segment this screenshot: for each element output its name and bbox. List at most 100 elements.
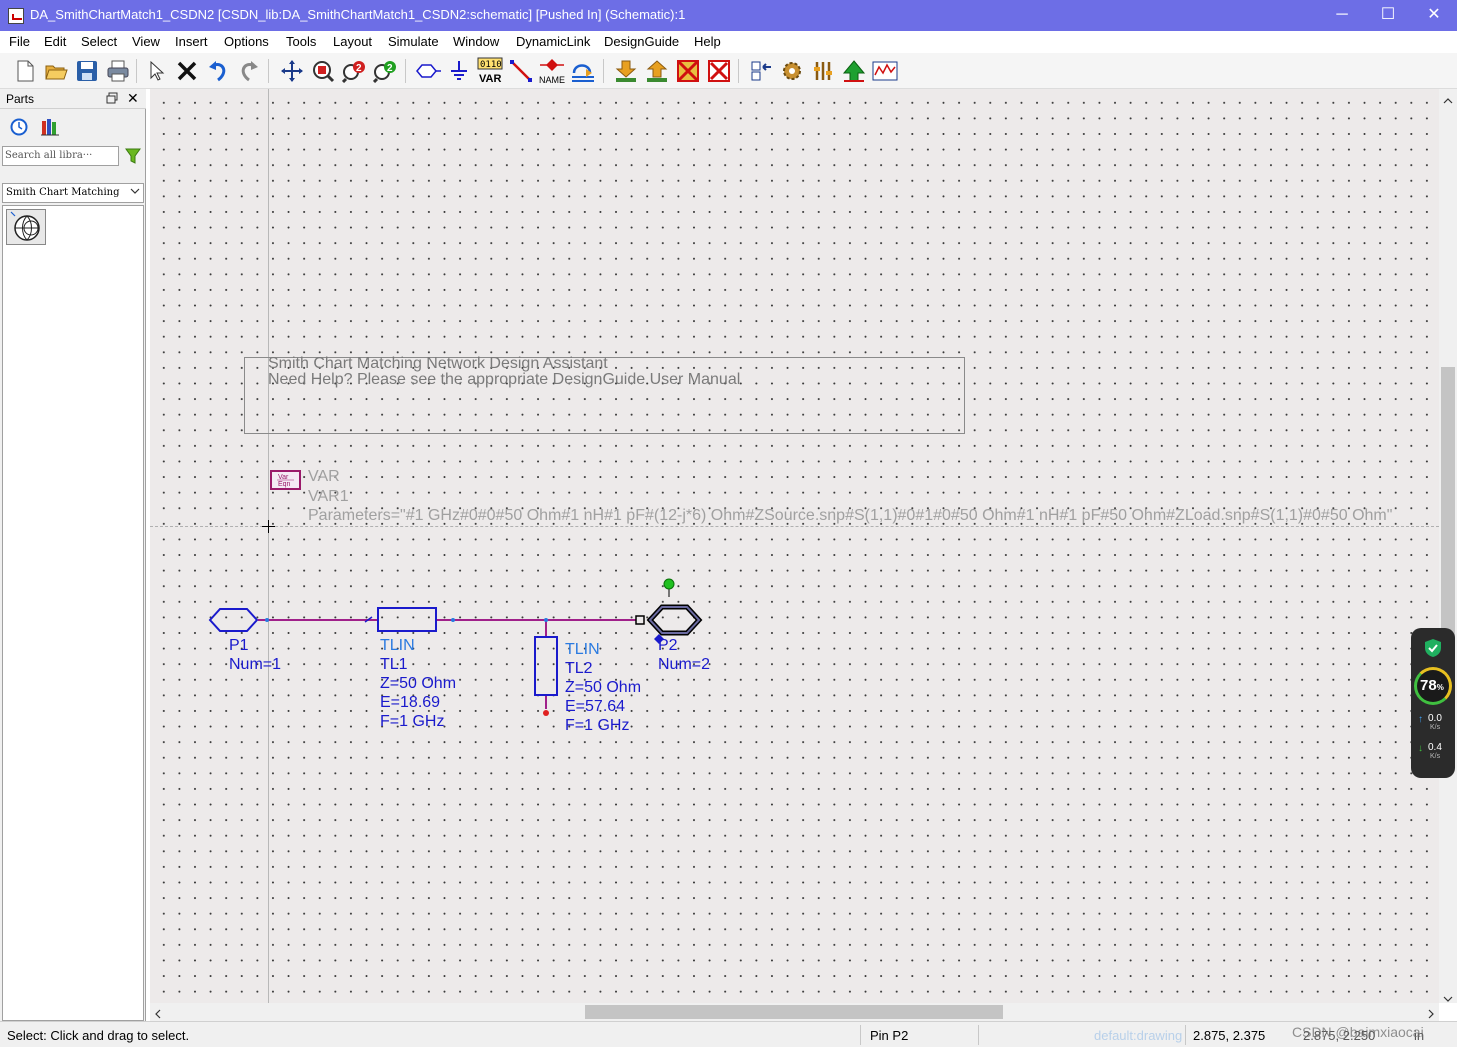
menu-help[interactable]: Help xyxy=(694,34,721,49)
menu-window[interactable]: Window xyxy=(453,34,499,49)
p1-name: P1 xyxy=(229,637,249,654)
horizontal-scroll-thumb[interactable] xyxy=(585,1005,1003,1019)
scroll-down-icon[interactable] xyxy=(1443,991,1453,1006)
push-into-hierarchy-icon[interactable] xyxy=(612,56,640,86)
tl2-frequency: F=1 GHz xyxy=(565,717,630,734)
close-panel-icon[interactable]: ✕ xyxy=(127,91,139,105)
scroll-up-icon[interactable] xyxy=(1443,93,1453,108)
zoom-in-icon[interactable]: 2 xyxy=(340,56,368,86)
library-dropdown-value: Smith Chart Matching xyxy=(6,187,120,198)
menu-tools[interactable]: Tools xyxy=(286,34,316,49)
parts-header: Parts ✕ xyxy=(0,89,146,109)
svg-text:NAME: NAME xyxy=(539,75,565,85)
menu-bar: File Edit Select View Insert Options Too… xyxy=(0,31,1457,53)
tl1-name: TL1 xyxy=(380,656,408,673)
svg-text:2: 2 xyxy=(356,63,362,74)
svg-text:2: 2 xyxy=(387,63,393,74)
status-separator xyxy=(860,1025,861,1045)
network-meter-widget[interactable]: 78% ↑ 0.0 K/s ↓ 0.4 K/s xyxy=(1411,628,1455,778)
redo-icon[interactable] xyxy=(235,56,263,86)
toolbar-separator xyxy=(405,59,406,83)
status-bar: Select: Click and drag to select. Pin P2… xyxy=(0,1021,1457,1047)
menu-dynamiclink[interactable]: DynamicLink xyxy=(516,34,590,49)
p2-num: Num=2 xyxy=(658,656,711,673)
toolbar-separator xyxy=(603,59,604,83)
menu-edit[interactable]: Edit xyxy=(44,34,66,49)
schematic-canvas[interactable]: Smith Chart Matching Network Design Assi… xyxy=(150,89,1439,1003)
simulation-settings-icon[interactable] xyxy=(778,56,806,86)
menu-designguide[interactable]: DesignGuide xyxy=(604,34,679,49)
parts-palette xyxy=(2,205,144,1021)
menu-file[interactable]: File xyxy=(9,34,30,49)
smith-chart-component-icon[interactable] xyxy=(6,209,46,245)
float-panel-icon[interactable] xyxy=(106,92,118,104)
minimize-button[interactable]: ─ xyxy=(1319,0,1365,31)
menu-options[interactable]: Options xyxy=(224,34,269,49)
undo-icon[interactable] xyxy=(204,56,232,86)
p2-name: P2 xyxy=(658,637,678,654)
toolbar: 2 2 0110 VAR NAME xyxy=(0,53,1457,89)
status-separator xyxy=(978,1025,979,1045)
vertical-scroll-thumb[interactable] xyxy=(1441,367,1455,647)
app-icon[interactable] xyxy=(8,8,24,24)
toolbar-separator xyxy=(738,59,739,83)
open-folder-icon[interactable] xyxy=(42,56,70,86)
new-document-icon[interactable] xyxy=(11,56,39,86)
short-icon[interactable] xyxy=(705,56,733,86)
filter-icon[interactable] xyxy=(125,147,141,168)
tl2-type: TLIN xyxy=(565,641,600,658)
vertical-scrollbar[interactable] xyxy=(1439,89,1457,1003)
select-pointer-icon[interactable] xyxy=(142,56,170,86)
port-icon[interactable] xyxy=(414,56,442,86)
upload-arrow-icon: ↑ xyxy=(1418,714,1423,725)
title-bar[interactable]: DA_SmithChartMatch1_CSDN2 [CSDN_lib:DA_S… xyxy=(0,0,1457,31)
close-button[interactable]: ✕ xyxy=(1411,0,1457,31)
history-clock-icon[interactable] xyxy=(10,118,28,139)
save-icon[interactable] xyxy=(73,56,101,86)
menu-layout[interactable]: Layout xyxy=(333,34,372,49)
scroll-right-icon[interactable] xyxy=(1427,1007,1435,1022)
watermark: CSDN @baimxiaocai xyxy=(1292,1024,1424,1040)
pop-out-hierarchy-icon[interactable] xyxy=(643,56,671,86)
var-equation-icon[interactable]: 0110 VAR xyxy=(476,56,504,86)
maximize-button[interactable]: ☐ xyxy=(1365,0,1411,31)
generate-layout-icon[interactable] xyxy=(747,56,775,86)
menu-simulate[interactable]: Simulate xyxy=(388,34,439,49)
tl2-impedance: Z=50 Ohm xyxy=(565,679,642,696)
wire-label-icon[interactable]: NAME xyxy=(538,56,566,86)
ground-icon[interactable] xyxy=(445,56,473,86)
svg-text:0110: 0110 xyxy=(480,60,502,70)
deactivate-icon[interactable] xyxy=(674,56,702,86)
scroll-left-icon[interactable] xyxy=(154,1007,162,1022)
tuning-icon[interactable] xyxy=(809,56,837,86)
zoom-area-icon[interactable] xyxy=(309,56,337,86)
tl1-frequency: F=1 GHz xyxy=(380,713,445,730)
parts-title: Parts xyxy=(6,92,35,106)
delete-icon[interactable] xyxy=(173,56,201,86)
window-title: DA_SmithChartMatch1_CSDN2 [CSDN_lib:DA_S… xyxy=(30,7,686,22)
move-icon[interactable] xyxy=(278,56,306,86)
library-dropdown[interactable]: Smith Chart Matching xyxy=(2,183,144,203)
wire-icon[interactable] xyxy=(507,56,535,86)
upload-unit: K/s xyxy=(1430,724,1441,731)
menu-insert[interactable]: Insert xyxy=(175,34,208,49)
parts-search-input[interactable]: Search all libra··· xyxy=(2,146,119,166)
tl2-electrical-length: E=57.64 xyxy=(565,698,626,715)
tl1-type: TLIN xyxy=(380,637,415,654)
data-display-icon[interactable] xyxy=(871,56,899,86)
horizontal-scrollbar[interactable] xyxy=(150,1003,1439,1021)
library-browser-icon[interactable] xyxy=(40,118,60,139)
status-layer[interactable]: default:drawing xyxy=(1094,1028,1182,1043)
toolbar-separator xyxy=(136,59,137,83)
menu-view[interactable]: View xyxy=(132,34,160,49)
circuit-wiring xyxy=(208,578,703,716)
chevron-down-icon xyxy=(130,186,140,199)
status-coordinates: 2.875, 2.375 xyxy=(1193,1028,1266,1043)
zoom-out-icon[interactable]: 2 xyxy=(371,56,399,86)
p1-num: Num=1 xyxy=(229,656,282,673)
print-icon[interactable] xyxy=(104,56,132,86)
menu-select[interactable]: Select xyxy=(81,34,117,49)
pin-icon[interactable] xyxy=(569,56,597,86)
download-arrow-icon: ↓ xyxy=(1418,743,1423,754)
simulate-icon[interactable] xyxy=(840,56,868,86)
